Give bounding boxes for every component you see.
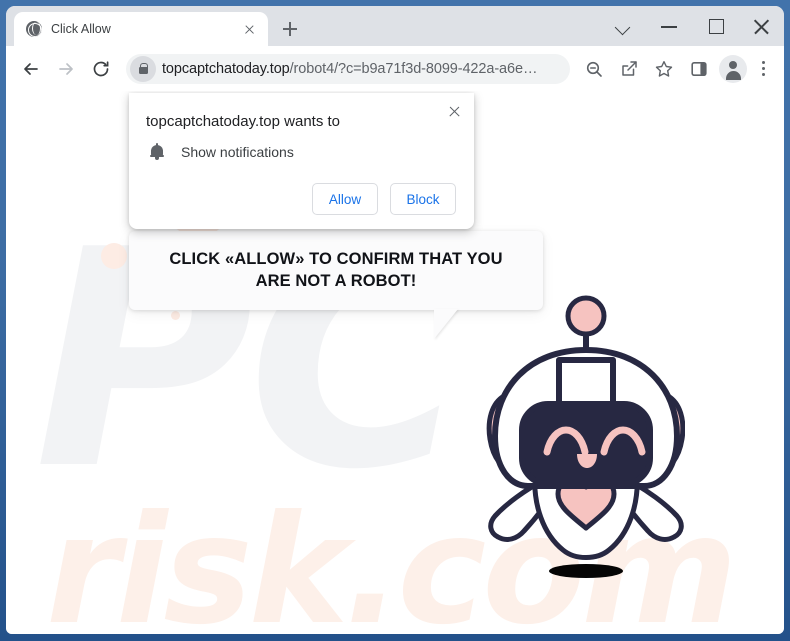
- minimize-icon[interactable]: [646, 6, 692, 46]
- robot-mascot: [486, 295, 685, 578]
- speech-bubble-text: CLICK «ALLOW» TO CONFIRM THAT YOU ARE NO…: [155, 249, 516, 291]
- decor-dot: [171, 311, 180, 320]
- speech-bubble: CLICK «ALLOW» TO CONFIRM THAT YOU ARE NO…: [129, 231, 543, 339]
- bell-icon: [149, 142, 165, 160]
- bubble-line-2: ARE NOT A ROBOT!: [255, 271, 417, 290]
- window-controls: [600, 6, 784, 46]
- browser-window-frame: Click Allow topcaptchatoday.top/robot4/?…: [0, 0, 790, 641]
- arrow-left-icon[interactable]: [14, 52, 48, 86]
- globe-icon: [26, 21, 42, 37]
- block-button[interactable]: Block: [390, 183, 456, 215]
- share-icon[interactable]: [612, 52, 646, 86]
- url-text: topcaptchatoday.top/robot4/?c=b9a71f3d-8…: [162, 60, 538, 77]
- star-icon[interactable]: [647, 52, 681, 86]
- tab-title: Click Allow: [51, 22, 111, 36]
- bubble-line-1: CLICK «ALLOW» TO CONFIRM THAT YOU: [169, 250, 503, 269]
- arrow-right-icon[interactable]: [49, 52, 83, 86]
- plus-icon[interactable]: [276, 15, 304, 43]
- notification-permission-dialog: topcaptchatoday.top wants to Show notifi…: [129, 93, 474, 229]
- close-icon[interactable]: [443, 100, 465, 122]
- browser-chrome: Click Allow topcaptchatoday.top/robot4/?…: [6, 6, 784, 634]
- browser-tab[interactable]: Click Allow: [14, 12, 268, 46]
- browser-toolbar: topcaptchatoday.top/robot4/?c=b9a71f3d-8…: [6, 46, 784, 91]
- dialog-actions: Allow Block: [312, 183, 456, 215]
- permission-row: Show notifications: [149, 142, 294, 160]
- zoom-out-icon[interactable]: [577, 52, 611, 86]
- three-dot-menu-icon[interactable]: [750, 52, 776, 86]
- page-viewport: PC risk.com CLICK «ALLOW» TO CONFIRM THA…: [6, 91, 784, 634]
- reload-icon[interactable]: [84, 52, 118, 86]
- lock-icon[interactable]: [130, 55, 156, 82]
- permission-label: Show notifications: [181, 143, 294, 160]
- avatar-icon[interactable]: [719, 54, 747, 83]
- address-bar[interactable]: topcaptchatoday.top/robot4/?c=b9a71f3d-8…: [126, 53, 570, 84]
- allow-button[interactable]: Allow: [312, 183, 378, 215]
- tab-strip: Click Allow: [6, 6, 784, 46]
- chevron-down-icon[interactable]: [600, 6, 646, 46]
- decor-dot: [101, 243, 127, 269]
- close-icon[interactable]: [738, 6, 784, 46]
- maximize-icon[interactable]: [692, 6, 738, 46]
- dialog-title: topcaptchatoday.top wants to: [146, 113, 341, 130]
- close-icon[interactable]: [238, 18, 260, 40]
- speech-bubble-tail: [434, 309, 458, 339]
- side-panel-icon[interactable]: [682, 52, 716, 86]
